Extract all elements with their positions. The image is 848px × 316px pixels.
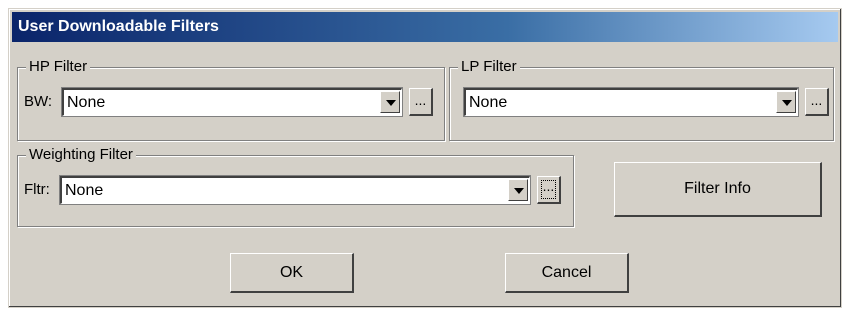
bw-label: BW: — [24, 93, 53, 110]
lp-filter-browse-button[interactable]: ... — [805, 88, 829, 116]
chevron-down-icon[interactable] — [776, 91, 796, 113]
hp-filter-select[interactable]: None — [61, 87, 403, 117]
filter-info-button[interactable]: Filter Info — [614, 162, 822, 217]
weighting-filter-browse-button[interactable]: ... — [537, 176, 561, 204]
fltr-label: Fltr: — [24, 181, 50, 198]
ok-button[interactable]: OK — [230, 253, 354, 293]
title-bar: User Downloadable Filters — [12, 12, 838, 42]
hp-filter-value: None — [67, 94, 106, 111]
hp-filter-group: HP Filter BW: None ... — [17, 59, 445, 141]
weighting-filter-legend: Weighting Filter — [26, 147, 136, 163]
lp-filter-legend: LP Filter — [458, 59, 520, 75]
chevron-down-icon[interactable] — [380, 91, 400, 113]
hp-filter-browse-button[interactable]: ... — [409, 88, 433, 116]
weighting-filter-value: None — [65, 182, 104, 199]
lp-filter-select[interactable]: None — [463, 87, 799, 117]
cancel-button[interactable]: Cancel — [505, 253, 629, 293]
lp-filter-value: None — [469, 94, 508, 111]
lp-filter-group: LP Filter None ... — [449, 59, 834, 141]
weighting-filter-group: Weighting Filter Fltr: None ... — [17, 147, 574, 227]
dialog-window: User Downloadable Filters HP Filter BW: … — [8, 8, 842, 308]
hp-filter-legend: HP Filter — [26, 59, 91, 75]
chevron-down-icon[interactable] — [508, 179, 528, 201]
weighting-filter-select[interactable]: None — [59, 175, 531, 205]
